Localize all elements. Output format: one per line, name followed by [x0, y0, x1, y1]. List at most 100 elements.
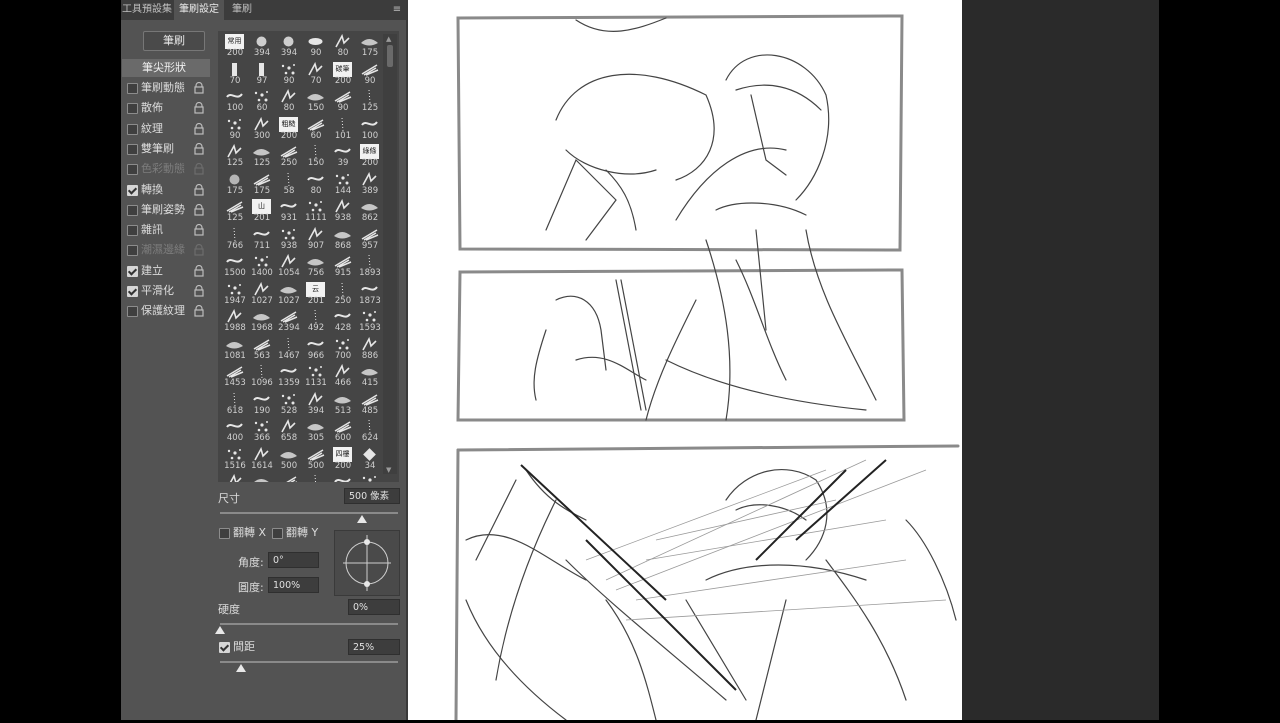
lock-icon[interactable] — [193, 183, 205, 196]
brush-preset[interactable] — [249, 473, 275, 482]
brush-preset[interactable]: 58 — [276, 171, 302, 197]
brush-preset[interactable]: 1467 — [276, 336, 302, 362]
brush-preset[interactable]: 1947 — [222, 281, 248, 307]
angle-roundness-widget[interactable] — [334, 530, 400, 596]
brush-preset[interactable]: 125 — [222, 198, 248, 224]
brush-preset[interactable]: 150 — [303, 143, 329, 169]
spacing-field[interactable]: 25% — [348, 639, 400, 655]
brush-preset[interactable]: 1893 — [357, 253, 383, 279]
brush-option-2[interactable]: 紋理 — [121, 119, 211, 139]
brush-preset[interactable]: 500 — [276, 446, 302, 472]
brush-preset[interactable]: 2394 — [276, 308, 302, 334]
grid-scrollbar[interactable] — [383, 34, 397, 474]
brush-option-8[interactable]: 潮濕邊緣 — [121, 240, 211, 260]
brush-preset[interactable]: 175 — [222, 171, 248, 197]
brush-preset[interactable]: 563 — [249, 336, 275, 362]
angle-circle-icon[interactable] — [335, 531, 399, 595]
brush-preset[interactable]: 766 — [222, 226, 248, 252]
lock-icon[interactable] — [193, 244, 205, 256]
brush-option-0[interactable]: 筆刷動態 — [121, 78, 211, 98]
brush-preset[interactable]: 492 — [303, 308, 329, 334]
tab-brushes[interactable]: 筆刷 — [225, 0, 259, 20]
brush-preset[interactable]: 868 — [330, 226, 356, 252]
brush-preset[interactable]: 466 — [330, 363, 356, 389]
brush-option-checkbox[interactable] — [127, 225, 138, 237]
brush-preset[interactable]: 1968 — [249, 308, 275, 334]
brush-preset[interactable]: 1500 — [222, 253, 248, 279]
brush-preset[interactable]: 80 — [303, 171, 329, 197]
brush-preset[interactable]: 658 — [276, 418, 302, 444]
brush-preset[interactable]: 938 — [330, 198, 356, 224]
lock-icon[interactable] — [193, 285, 205, 297]
brush-option-checkbox[interactable] — [127, 103, 138, 115]
angle-field[interactable]: 0° — [268, 552, 319, 568]
brush-preset[interactable]: 966 — [303, 336, 329, 362]
brush-preset[interactable]: 394 — [249, 33, 275, 59]
brush-option-5[interactable]: 轉換 — [121, 180, 211, 200]
brush-preset[interactable]: 39 — [330, 143, 356, 169]
brush-preset[interactable]: 528 — [276, 391, 302, 417]
brush-option-checkbox[interactable] — [127, 265, 138, 277]
brush-preset[interactable]: 山 201 — [249, 198, 275, 224]
grid-scrollbar-thumb[interactable] — [387, 45, 393, 67]
brush-preset[interactable]: 1096 — [249, 363, 275, 389]
brush-preset[interactable]: 90 — [276, 61, 302, 87]
brush-preset[interactable]: 云 201 — [303, 281, 329, 307]
brush-preset[interactable]: 80 — [330, 33, 356, 59]
flip-y-option[interactable]: 翻轉 Y — [266, 523, 326, 543]
brush-option-4[interactable]: 色彩動態 — [121, 159, 211, 179]
brush-preset[interactable] — [276, 473, 302, 482]
spacing-checkbox[interactable] — [219, 642, 230, 653]
brush-preset[interactable]: 粗糙 200 — [276, 116, 302, 142]
brush-option-6[interactable]: 筆刷姿勢 — [121, 200, 211, 220]
brush-preset[interactable]: 700 — [330, 336, 356, 362]
flip-y-checkbox[interactable] — [272, 528, 283, 539]
brush-tip-shape-item[interactable]: 筆尖形狀 — [122, 59, 210, 77]
brush-preset[interactable]: 四樓 200 — [330, 446, 356, 472]
lock-icon[interactable] — [193, 203, 205, 216]
brush-preset[interactable]: 1027 — [276, 281, 302, 307]
brush-preset[interactable]: 938 — [276, 226, 302, 252]
brush-preset[interactable]: 125 — [357, 88, 383, 114]
brush-preset[interactable]: 711 — [249, 226, 275, 252]
brush-preset[interactable]: 428 — [330, 308, 356, 334]
lock-icon[interactable] — [193, 142, 205, 155]
hardness-slider[interactable] — [220, 623, 398, 625]
brush-preset[interactable]: 907 — [303, 226, 329, 252]
tab-tool-presets[interactable]: 工具預設集 — [121, 0, 173, 20]
brush-preset[interactable]: 101 — [330, 116, 356, 142]
brush-preset[interactable]: 150 — [303, 88, 329, 114]
hardness-field[interactable]: 0% — [348, 599, 400, 615]
brush-preset[interactable]: 90 — [303, 33, 329, 59]
brush-preset[interactable]: 90 — [222, 116, 248, 142]
brush-preset[interactable]: 144 — [330, 171, 356, 197]
brush-preset[interactable]: 綠條 200 — [357, 143, 383, 169]
brush-preset[interactable]: 957 — [357, 226, 383, 252]
brush-preset[interactable]: 862 — [357, 198, 383, 224]
brush-preset[interactable]: 415 — [357, 363, 383, 389]
brush-option-3[interactable]: 雙筆刷 — [121, 139, 211, 159]
brush-preset[interactable]: 1400 — [249, 253, 275, 279]
flip-x-checkbox[interactable] — [219, 528, 230, 539]
spacing-option[interactable]: 間距 — [213, 637, 303, 657]
brush-preset[interactable]: 513 — [330, 391, 356, 417]
brush-preset[interactable]: 97 — [249, 61, 275, 87]
brush-preset[interactable]: 886 — [357, 336, 383, 362]
brush-preset[interactable]: 931 — [276, 198, 302, 224]
brush-preset[interactable]: 1081 — [222, 336, 248, 362]
scroll-up-icon[interactable]: ▲ — [386, 35, 391, 43]
brush-option-11[interactable]: 保護紋理 — [121, 301, 211, 321]
lock-icon[interactable] — [193, 122, 205, 135]
brush-preset[interactable]: 80 — [276, 88, 302, 114]
hardness-slider-thumb[interactable] — [215, 626, 225, 634]
brush-option-10[interactable]: 平滑化 — [121, 281, 211, 301]
brush-preset[interactable]: 250 — [276, 143, 302, 169]
brush-preset[interactable] — [357, 473, 383, 482]
brush-preset[interactable]: 1111 — [303, 198, 329, 224]
lock-icon[interactable] — [193, 82, 205, 94]
brush-preset[interactable]: 1027 — [249, 281, 275, 307]
brush-preset[interactable] — [330, 473, 356, 482]
brush-preset[interactable]: 1516 — [222, 446, 248, 472]
spacing-slider-thumb[interactable] — [236, 664, 247, 672]
lock-icon[interactable] — [193, 264, 205, 277]
